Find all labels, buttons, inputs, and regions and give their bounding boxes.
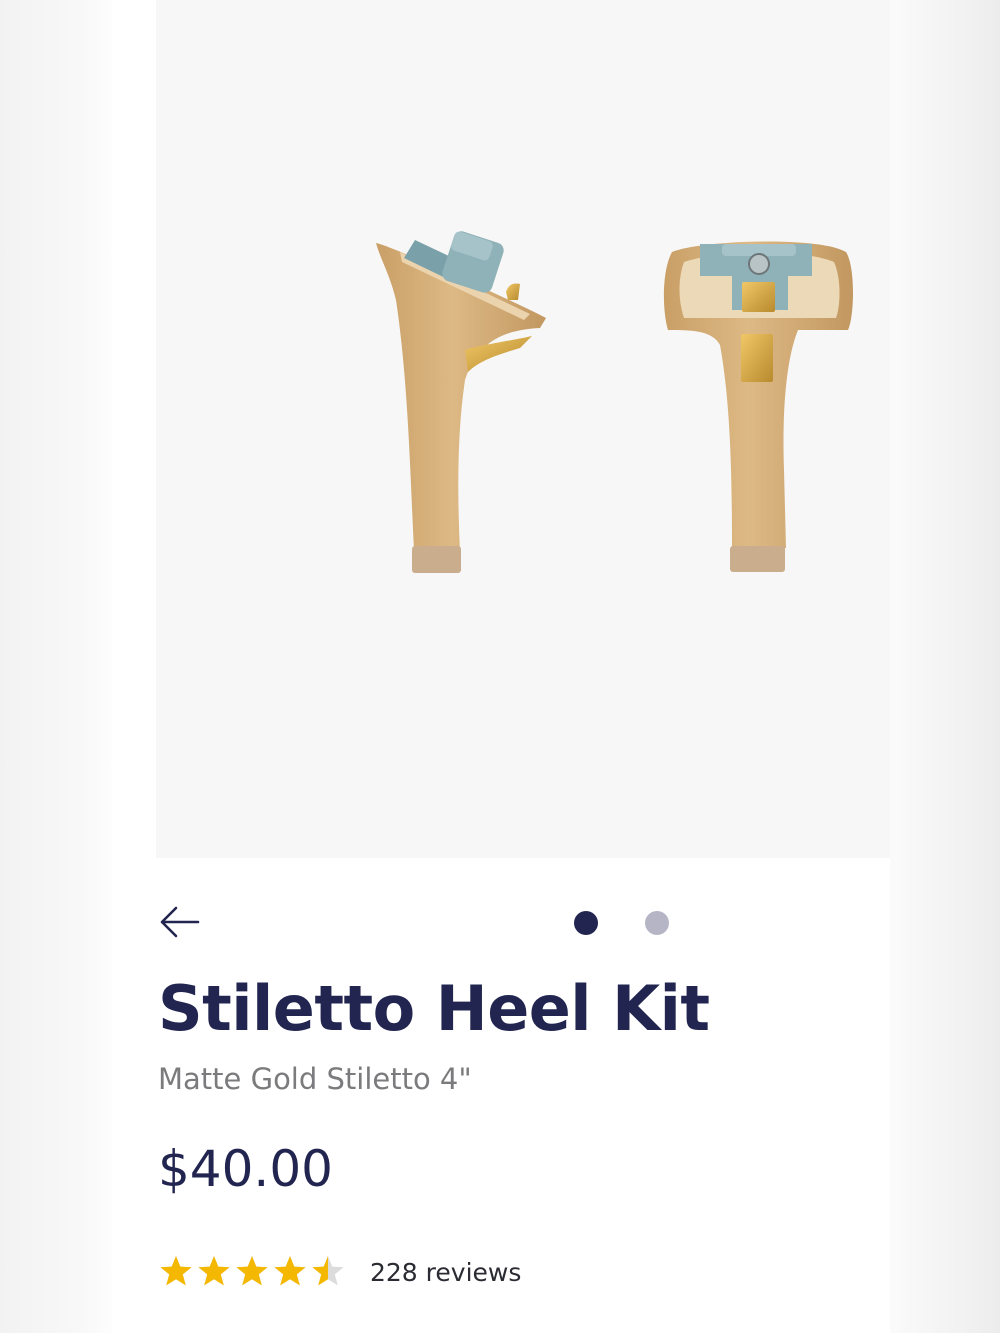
carousel-pagination <box>570 908 680 938</box>
rating-stars <box>158 1254 346 1290</box>
star-icon <box>160 1256 192 1286</box>
heel-side-view <box>376 231 546 573</box>
product-variant: Matte Gold Stiletto 4" <box>158 1062 472 1096</box>
product-title: Stiletto Heel Kit <box>158 972 710 1045</box>
heel-front-view <box>663 241 853 572</box>
arrow-left-icon <box>160 906 200 938</box>
product-image <box>376 231 853 573</box>
carousel-dot-2[interactable] <box>645 911 669 935</box>
product-rating: 228 reviews <box>158 1250 658 1294</box>
carousel-dot-1[interactable] <box>574 911 598 935</box>
star-icon <box>236 1256 268 1286</box>
back-button[interactable] <box>156 900 204 944</box>
product-image-carousel[interactable] <box>156 0 890 858</box>
product-price: $40.00 <box>158 1140 333 1198</box>
backdrop-left <box>0 0 112 1333</box>
product-screen: Stiletto Heel Kit Matte Gold Stiletto 4"… <box>0 0 1000 1333</box>
backdrop-right <box>888 0 1000 1333</box>
star-icon <box>274 1256 306 1286</box>
star-icon <box>198 1256 230 1286</box>
reviews-link[interactable]: 228 reviews <box>370 1258 521 1287</box>
star-icon <box>312 1256 344 1286</box>
